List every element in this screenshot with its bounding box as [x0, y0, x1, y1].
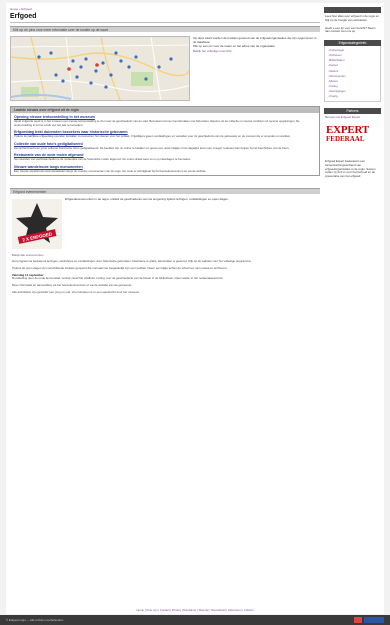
events-paragraph: Het programma bestaat uit lezingen, work… [12, 259, 252, 264]
news-text: Tijdens de jaarlijkse erfgoeddag openden… [14, 134, 291, 139]
news-item: Restauratie van de oude molen afgerond N… [11, 151, 319, 163]
news-item: Erfgoeddag trekt duizenden bezoekers naa… [11, 128, 319, 140]
footer-bar: © Erfgoed regio — Alle rechten voorbehou… [0, 615, 390, 625]
page: Home » Erfgoed Erfgoed Klik op de pins v… [6, 3, 384, 607]
map[interactable] [10, 36, 190, 101]
map-row: Op deze kaart worden de locaties getoond… [10, 36, 320, 101]
news-box: Laatste nieuws over erfgoed uit de regio… [10, 106, 320, 176]
expert-logo[interactable]: EXPERT FEDERAAL [326, 124, 379, 155]
events-paragraph: Tijdens de open dagen zijn verschillende… [12, 265, 228, 270]
partner-text: Erfgoed Expert Federaal is een samenwerk… [325, 158, 376, 179]
category-list: Archeologie Archieven Bibliotheken Kerke… [324, 46, 381, 103]
footer-links[interactable]: Home | Over ons | Contact | Privacy | Di… [6, 607, 384, 614]
category-item[interactable]: Overig [328, 94, 377, 99]
sidebar: Lees hier alles over erfgoed in de regio… [324, 7, 381, 181]
sidebar-intro: Lees hier alles over erfgoed in de regio… [325, 14, 379, 22]
news-text: Het archief heeft een grote collectie hi… [14, 145, 290, 150]
map-canvas[interactable] [11, 37, 190, 101]
partner-caption[interactable]: Bezoek ook Erfgoed Expert [324, 114, 381, 122]
map-section-header: Klik op de pins voor meer informatie ove… [10, 26, 320, 32]
events-paragraph: Alle activiteiten zijn geschikt voor jon… [12, 289, 140, 294]
news-text: Een nieuwe wandelroute leidt wandelaars … [14, 168, 207, 173]
news-item: Nieuwe wandelroute langs monumenten Een … [11, 163, 319, 175]
social-icon[interactable] [354, 617, 362, 623]
divider [10, 22, 320, 23]
page-title: Erfgoed [10, 13, 37, 20]
social-icon[interactable] [364, 617, 384, 623]
events-section: 2 X ERFGOED Erfgoedevenementen in de reg… [10, 197, 320, 251]
events-body: Bekijk alle evenementen Het programma be… [10, 253, 320, 295]
copyright: © Erfgoed regio — Alle rechten voorbehou… [6, 618, 64, 622]
news-item: Opening nieuwe tentoonstelling in het mu… [11, 113, 319, 128]
map-description: Op deze kaart worden de locaties getoond… [190, 36, 318, 101]
news-text: Na maanden van werkzaamheden is de resta… [14, 157, 192, 162]
events-all-link[interactable]: Bekijk alle evenementen [12, 253, 318, 258]
events-header: Erfgoed evenementen [10, 187, 320, 194]
events-paragraph: Rondleiding door de oude binnenstad, ver… [12, 276, 224, 281]
main-content: Home » Erfgoed Erfgoed Klik op de pins v… [10, 7, 320, 294]
news-item: Collectie van oude foto's gedigitaliseer… [11, 140, 319, 152]
news-text: Vanaf volgende week is in het museum een… [14, 119, 300, 127]
events-paragraph: Meer informatie en aanmelding via het be… [12, 283, 133, 288]
map-text-1: Op deze kaart worden de locaties getoond… [193, 36, 317, 45]
event-badge-image[interactable]: 2 X ERFGOED [12, 198, 62, 249]
map-overview-link[interactable]: Bekijk het volledige overzicht [193, 49, 318, 53]
sidebar-intro-2: Heeft u een tip voor een bericht? Neem d… [325, 25, 376, 34]
federaal-logo-word: FEDERAAL [326, 134, 365, 143]
